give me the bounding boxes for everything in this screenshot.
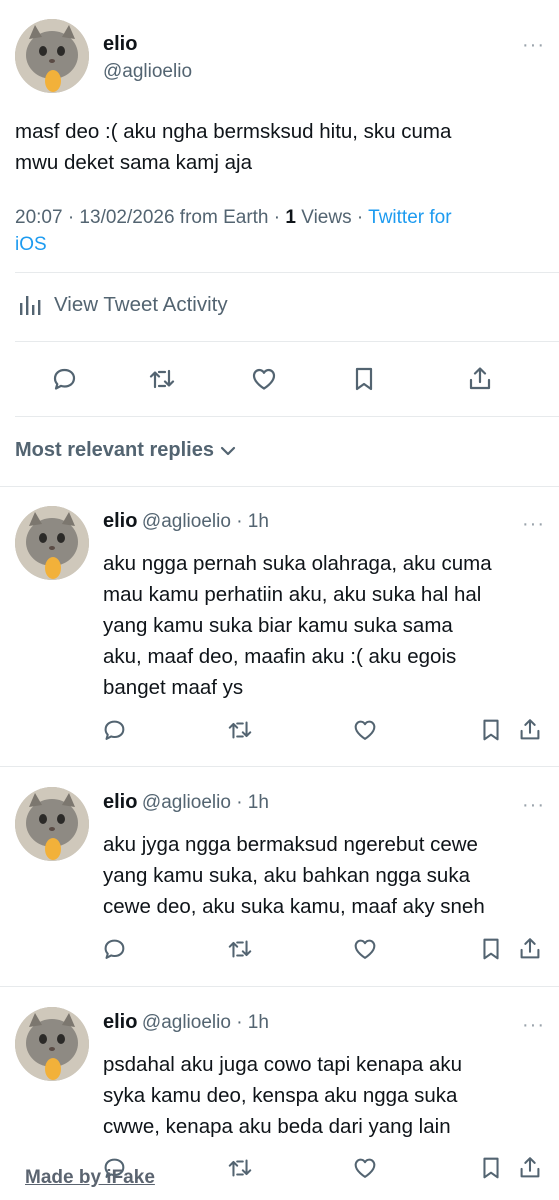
like-icon[interactable] [249,364,279,394]
display-name[interactable]: elio [103,791,137,813]
reply-text-line: aku, maaf deo, maafin aku :( aku egois [103,645,457,668]
reply-text-line: aku ngga pernah suka olahraga, aku cuma [103,552,492,575]
reply-text-line: mau kamu perhatiin aku, aku suka hal hal [103,583,482,606]
reply-text-line: psdahal aku juga cowo tapi kenapa aku [103,1053,463,1076]
retweet-icon[interactable] [226,1154,254,1182]
share-icon[interactable] [465,364,495,394]
avatar[interactable] [15,787,89,861]
more-options-icon[interactable]: ··· [522,1015,545,1035]
more-options-icon[interactable]: ··· [522,514,545,534]
chevron-down-icon [218,441,238,461]
display-name[interactable]: elio [103,1011,137,1033]
share-icon[interactable] [516,1154,544,1182]
divider [0,766,559,767]
bookmark-icon[interactable] [349,364,379,394]
views-label: Views · [295,207,369,228]
display-name[interactable]: elio [103,33,137,56]
reply-icon[interactable] [100,935,128,963]
replies-sort-label: Most relevant replies [15,439,214,461]
avatar[interactable] [15,1007,89,1081]
reply-text: aku ngga pernah suka olahraga, aku cuma … [103,548,553,703]
divider [15,416,559,417]
view-activity-label: View Tweet Activity [54,293,228,316]
reply-text-line: cewe deo, aku suka kamu, maaf aky sneh [103,895,485,918]
reply-icon[interactable] [100,716,128,744]
views-count: 1 [285,207,296,228]
replies-sort-dropdown[interactable]: Most relevant replies [15,439,238,462]
tweet-text-line: mwu deket sama kamj aja [15,151,252,174]
share-icon[interactable] [516,935,544,963]
reply-header: elio @aglioelio · 1h [103,791,269,814]
reply-text-line: banget maaf ys [103,676,244,699]
reply-text-line: yang kamu suka, aku bahkan ngga suka [103,864,470,887]
reply-tweet[interactable]: elio @aglioelio · 1h ··· aku jyga ngga b… [0,768,559,986]
handle-time[interactable]: @aglioelio · 1h [142,511,269,532]
handle[interactable]: @aglioelio [103,61,192,83]
reply-tweet[interactable]: elio @aglioelio · 1h ··· aku ngga pernah… [0,487,559,766]
like-icon[interactable] [351,935,379,963]
view-activity-link[interactable]: View Tweet Activity [15,290,228,320]
timestamp: 20:07 · 13/02/2026 from Earth · [15,207,286,228]
divider [0,986,559,987]
more-options-icon[interactable]: ··· [522,795,545,815]
reply-text-line: yang kamu suka biar kamu suka sama [103,614,453,637]
divider [15,341,559,342]
bookmark-icon[interactable] [477,716,505,744]
retweet-icon[interactable] [226,935,254,963]
like-icon[interactable] [351,716,379,744]
bookmark-icon[interactable] [477,1154,505,1182]
like-icon[interactable] [351,1154,379,1182]
reply-text-line: cwwe, kenapa aku beda dari yang lain [103,1115,451,1138]
avatar[interactable] [15,506,89,580]
reply-header: elio @aglioelio · 1h [103,510,269,533]
retweet-icon[interactable] [226,716,254,744]
reply-header: elio @aglioelio · 1h [103,1011,269,1034]
share-icon[interactable] [516,716,544,744]
watermark: Made by iFake [25,1167,155,1188]
client-link[interactable]: Twitter for [368,207,451,228]
display-name[interactable]: elio [103,510,137,532]
reply-text: aku jyga ngga bermaksud ngerebut cewe ya… [103,829,553,922]
divider [15,272,559,273]
client-link-cont[interactable]: iOS [15,231,555,258]
tweet-meta: 20:07 · 13/02/2026 from Earth · 1 Views … [15,204,555,258]
retweet-icon[interactable] [147,364,177,394]
tweet-text-line: masf deo :( aku ngha bermsksud hitu, sku… [15,120,452,143]
handle-time[interactable]: @aglioelio · 1h [142,1012,269,1033]
reply-text-line: syka kamu deo, kenspa aku ngga suka [103,1084,458,1107]
avatar[interactable] [15,19,89,93]
more-options-icon[interactable]: ··· [522,35,545,55]
bookmark-icon[interactable] [477,935,505,963]
tweet-text: masf deo :( aku ngha bermsksud hitu, sku… [15,116,555,178]
reply-text-line: aku jyga ngga bermaksud ngerebut cewe [103,833,478,856]
reply-text: psdahal aku juga cowo tapi kenapa aku sy… [103,1049,553,1142]
handle-time[interactable]: @aglioelio · 1h [142,792,269,813]
analytics-icon [15,290,45,320]
reply-icon[interactable] [49,364,79,394]
